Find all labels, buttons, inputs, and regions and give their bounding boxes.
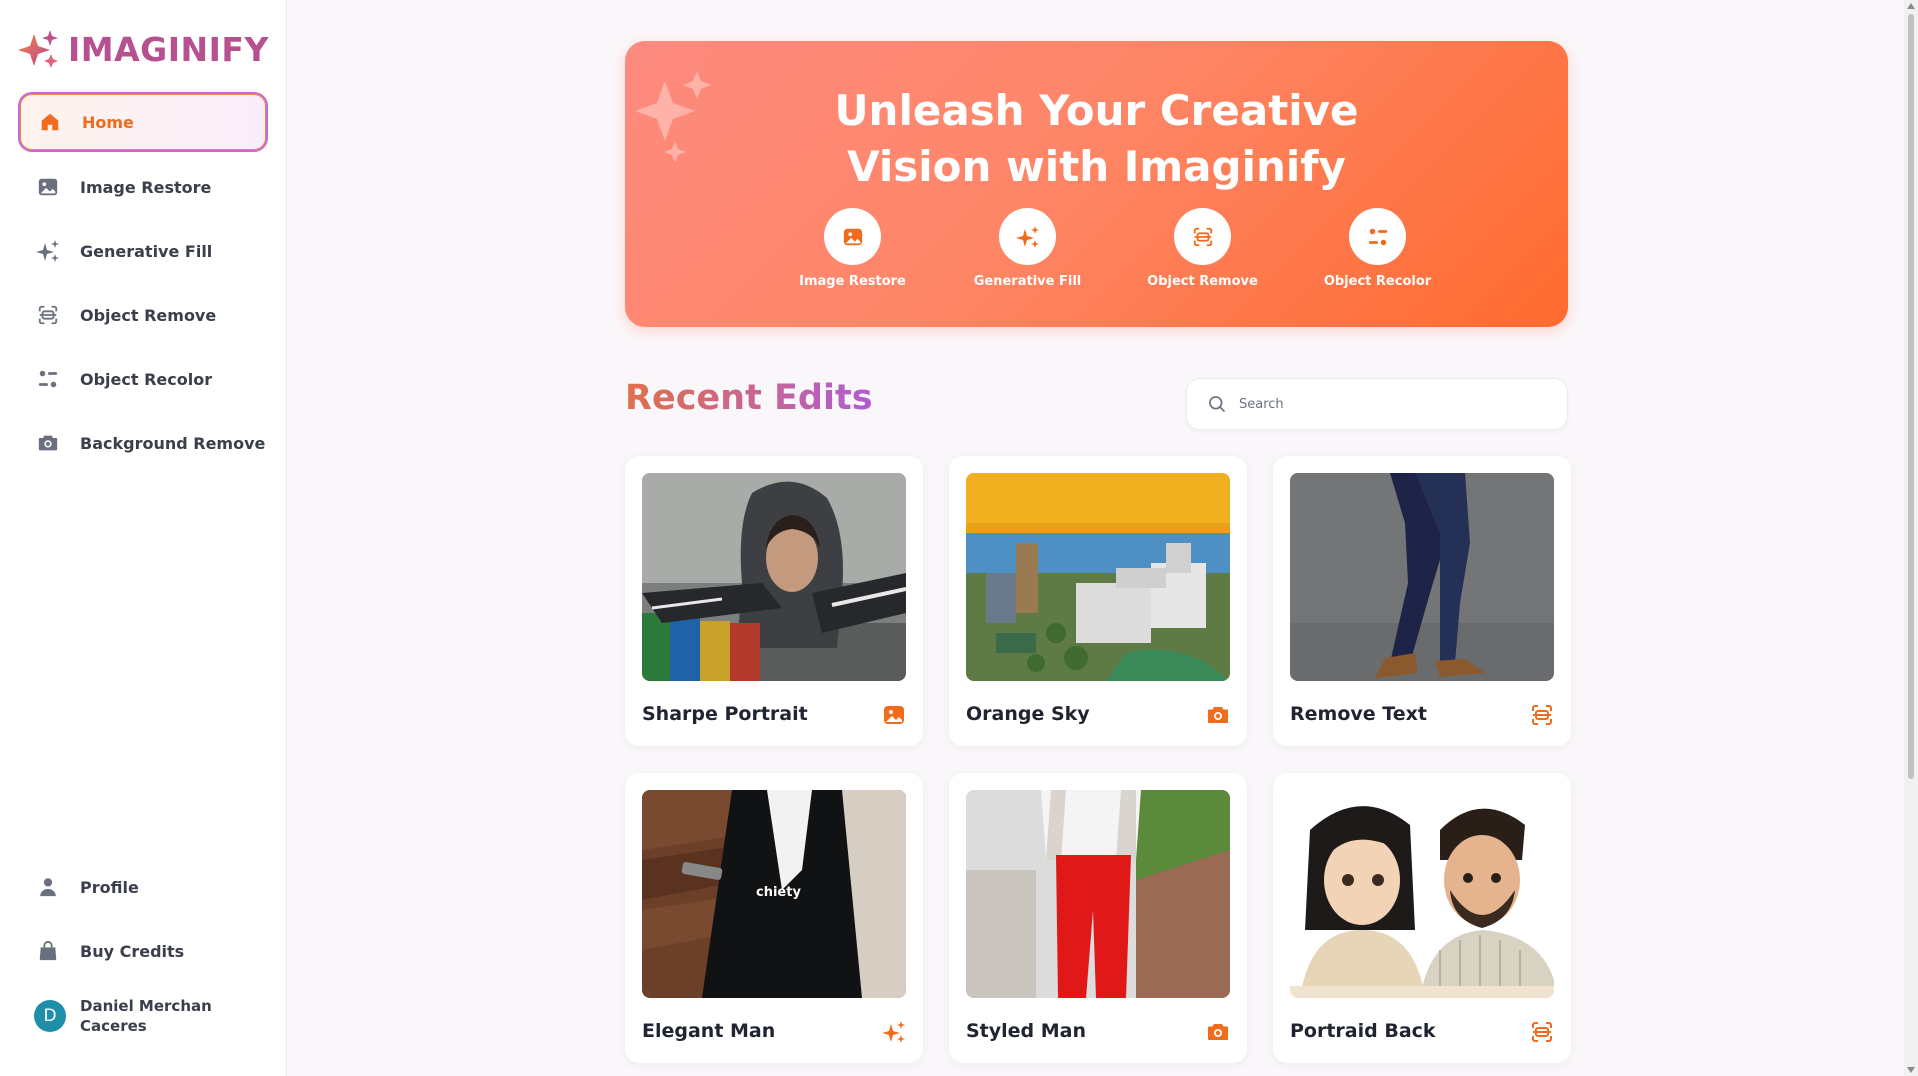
hero-banner: Unleash Your Creative Vision with Imagin… [625, 41, 1568, 327]
search-input[interactable] [1239, 396, 1539, 412]
sidebar-item-buy-credits[interactable]: Buy Credits [18, 922, 268, 980]
recent-edits-title: Recent Edits [625, 378, 873, 418]
sidebar-item-generative-fill[interactable]: Generative Fill [18, 222, 268, 280]
sidebar-item-background-remove[interactable]: Background Remove [18, 414, 268, 472]
hero-tool-object-recolor[interactable]: Object Recolor [1290, 208, 1465, 289]
sidebar-item-label: Profile [80, 877, 139, 897]
sidebar-nav: Home Image Restore Generative Fill Objec… [18, 92, 268, 478]
hero-title-line-2: Vision with Imaginify [847, 142, 1346, 191]
camera-icon [1208, 1024, 1228, 1040]
edit-card-orange-sky[interactable]: Orange Sky [949, 456, 1247, 746]
hero-title: Unleash Your Creative Vision with Imagin… [625, 83, 1568, 195]
edit-card-styled-man[interactable]: Styled Man [949, 773, 1247, 1063]
card-title: Portraid Back [1290, 1020, 1436, 1042]
filter-icon [1368, 228, 1387, 245]
sidebar-item-label: Image Restore [80, 177, 212, 197]
sparkles-icon [36, 239, 60, 263]
hero-tool-label: Object Remove [1147, 274, 1258, 289]
walking-pants-photo [1290, 473, 1554, 681]
hero-tool-button[interactable] [1349, 208, 1406, 265]
camera-icon [1208, 707, 1228, 723]
home-icon [38, 110, 62, 134]
filter-icon [36, 367, 60, 391]
woman-in-hood-photo [642, 473, 906, 681]
hero-tool-label: Generative Fill [973, 274, 1082, 289]
card-title: Remove Text [1290, 703, 1427, 725]
edit-card-remove-text[interactable]: Remove Text [1273, 456, 1571, 746]
man-in-coat-photo: chiety [642, 790, 906, 998]
page-scrollbar[interactable] [1904, 0, 1918, 1076]
sidebar-item-home[interactable]: Home [18, 92, 268, 152]
hero-tool-object-remove[interactable]: Object Remove [1115, 208, 1290, 289]
red-pants-photo [966, 790, 1230, 998]
hero-title-line-1: Unleash Your Creative [834, 86, 1359, 135]
brand-name: IMAGINIFY [68, 29, 269, 69]
scan-icon [1532, 705, 1552, 725]
bag-icon [36, 939, 60, 963]
image-icon [843, 228, 862, 245]
hero-tool-label: Object Recolor [1323, 274, 1432, 289]
user-name: Daniel Merchan Caceres [80, 997, 212, 1035]
user-icon [36, 875, 60, 899]
card-title: Sharpe Portrait [642, 703, 808, 725]
card-title: Orange Sky [966, 703, 1090, 725]
sidebar: IMAGINIFY Home Image Restore Generative … [0, 0, 287, 1076]
sidebar-item-label: Background Remove [80, 433, 266, 453]
sparkles-icon [882, 1021, 905, 1043]
coat-print-text: chiety [756, 885, 801, 900]
sidebar-item-object-recolor[interactable]: Object Recolor [18, 350, 268, 408]
card-title: Elegant Man [642, 1020, 776, 1042]
image-icon [884, 706, 904, 724]
sidebar-item-label: Generative Fill [80, 241, 213, 261]
scan-icon [1193, 227, 1212, 246]
sidebar-item-label: Home [82, 112, 134, 132]
scroll-down-arrow-icon[interactable] [1907, 1067, 1915, 1073]
sidebar-item-label: Object Remove [80, 305, 217, 325]
hero-tool-generative-fill[interactable]: Generative Fill [940, 208, 1115, 289]
user-account[interactable]: D Daniel Merchan Caceres [18, 986, 268, 1046]
sidebar-item-label: Object Recolor [80, 369, 213, 389]
avatar[interactable]: D [34, 1000, 66, 1032]
edit-card-sharpe-portrait[interactable]: Sharpe Portrait [625, 456, 923, 746]
card-title: Styled Man [966, 1020, 1087, 1042]
edit-card-elegant-man[interactable]: chiety Elegant Man [625, 773, 923, 1063]
image-icon [36, 175, 60, 199]
sidebar-bottom: Profile Buy Credits D Daniel Merchan Cac… [18, 858, 268, 1046]
sidebar-item-label: Buy Credits [80, 941, 185, 961]
hero-tool-label: Image Restore [799, 274, 906, 289]
hero-tools: Image Restore Generative Fill Object Rem… [765, 208, 1465, 289]
hero-tool-image-restore[interactable]: Image Restore [765, 208, 940, 289]
search-box[interactable] [1186, 378, 1568, 430]
scan-icon [1532, 1022, 1552, 1042]
sidebar-item-object-remove[interactable]: Object Remove [18, 286, 268, 344]
camera-icon [36, 431, 60, 455]
hero-tool-button[interactable] [824, 208, 881, 265]
sidebar-item-image-restore[interactable]: Image Restore [18, 158, 268, 216]
logo[interactable]: IMAGINIFY [18, 28, 269, 70]
search-icon [1209, 396, 1226, 413]
scan-icon [36, 303, 60, 327]
city-orange-sky-photo [966, 473, 1230, 681]
logo-mark-icon [18, 30, 58, 68]
sparkles-icon [1015, 225, 1039, 248]
cartoon-couple-illustration [1290, 790, 1554, 998]
sidebar-item-profile[interactable]: Profile [18, 858, 268, 916]
scroll-up-arrow-icon[interactable] [1907, 3, 1915, 9]
hero-tool-button[interactable] [999, 208, 1056, 265]
scrollbar-thumb[interactable] [1908, 14, 1914, 779]
edit-card-portraid-back[interactable]: Portraid Back [1273, 773, 1571, 1063]
hero-tool-button[interactable] [1174, 208, 1231, 265]
